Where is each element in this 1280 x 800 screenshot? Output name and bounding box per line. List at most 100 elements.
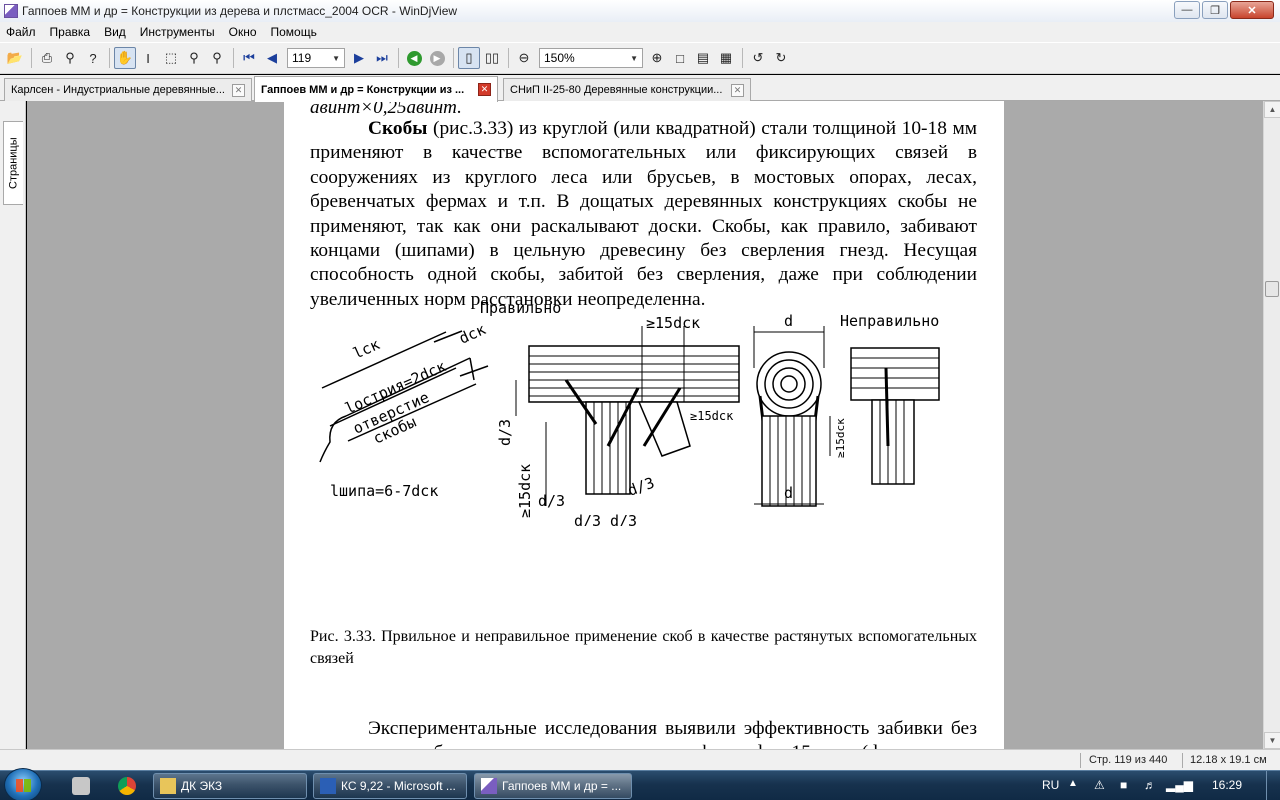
- side-pane: Страницы: [0, 101, 26, 749]
- windjview-icon: [481, 778, 497, 794]
- paragraph-bold-term: Скобы: [368, 118, 428, 139]
- signal-icon[interactable]: ▂▄▆: [1166, 778, 1193, 792]
- forward-button[interactable]: ▶: [426, 47, 448, 69]
- menu-file[interactable]: Файл: [6, 25, 36, 39]
- label-d3-a: d/3: [574, 512, 601, 526]
- find-icon[interactable]: ⚲: [59, 47, 81, 69]
- help-icon[interactable]: ?: [82, 47, 104, 69]
- rotate-left-icon[interactable]: ↺: [747, 47, 769, 69]
- title-bar: Гаппоев ММ и др = Конструкции из дерева …: [0, 0, 1280, 22]
- menu-edit[interactable]: Правка: [50, 25, 91, 39]
- zoom-icon[interactable]: ⚲: [183, 47, 205, 69]
- taskbar: ДК ЭКЗ КС 9,22 - Microsoft ... Гаппоев М…: [0, 768, 1280, 800]
- last-page-icon[interactable]: ⏭: [371, 47, 393, 69]
- page-number-select[interactable]: 119 ▼: [287, 48, 345, 68]
- incorrect-drawing: [850, 347, 940, 485]
- close-icon[interactable]: ✕: [731, 83, 744, 97]
- windjview-app-icon[interactable]: [4, 4, 18, 18]
- first-page-icon[interactable]: ⏮: [238, 47, 260, 69]
- zoom-select[interactable]: 150% ▼: [539, 48, 643, 68]
- tab-snip[interactable]: СНиП II-25-80 Деревянные конструкции... …: [503, 78, 751, 101]
- label-d3-b: d/3: [610, 512, 637, 526]
- tab-gappoev[interactable]: Гаппоев ММ и др = Конструкции из ... ✕: [254, 76, 498, 102]
- label-ge15-side: ≥15dск: [690, 409, 734, 423]
- single-page-icon[interactable]: ▯: [458, 47, 480, 69]
- volume-icon[interactable]: ♬: [1144, 778, 1156, 792]
- hand-icon[interactable]: ✋: [114, 47, 136, 69]
- paragraph-staples: Скобы (рис.3.33) из круглой (или квадрат…: [310, 117, 977, 312]
- pinned-app-icon[interactable]: [72, 777, 90, 795]
- menu-help[interactable]: Помощь: [271, 25, 317, 39]
- scroll-down-button[interactable]: ▼: [1264, 732, 1280, 749]
- toolbar: 📂 ⎙ ⚲ ? ✋ I ⬚ ⚲ ⚲ ⏮ ◀ 119 ▼ ▶ ⏭ ◀ ▶ ▯ ▯▯…: [0, 42, 1280, 74]
- taskbar-button-word[interactable]: КС 9,22 - Microsoft ...: [313, 773, 467, 799]
- start-button[interactable]: [4, 768, 42, 800]
- scroll-thumb[interactable]: [1265, 281, 1279, 297]
- fit-width-icon[interactable]: ▤: [692, 47, 714, 69]
- toolbar-separator: [31, 48, 32, 68]
- restore-button[interactable]: ❐: [1202, 1, 1228, 19]
- back-button[interactable]: ◀: [403, 47, 425, 69]
- open-icon[interactable]: 📂: [4, 47, 26, 69]
- next-page-icon[interactable]: ▶: [348, 47, 370, 69]
- zoom-value: 150%: [544, 51, 575, 65]
- chrome-icon[interactable]: [118, 777, 136, 795]
- taskbar-button-label: ДК ЭКЗ: [181, 779, 223, 793]
- menu-tools[interactable]: Инструменты: [140, 25, 215, 39]
- forward-icon: ▶: [429, 50, 445, 66]
- zoom-rect-icon[interactable]: ⚲: [206, 47, 228, 69]
- two-page-icon[interactable]: ▯▯: [481, 47, 503, 69]
- fit-page-icon[interactable]: □: [669, 47, 691, 69]
- label-correct: Правильно: [480, 299, 561, 317]
- paragraph-experiments: Экспериментальные исследования выявили э…: [310, 717, 977, 749]
- taskbar-button-dk-ekz[interactable]: ДК ЭКЗ: [153, 773, 307, 799]
- label-d3-bottom-left: d/3: [538, 492, 565, 510]
- status-divider: [1080, 753, 1081, 768]
- print-icon[interactable]: ⎙: [36, 47, 58, 69]
- menu-view[interactable]: Вид: [104, 25, 126, 39]
- network-warning-icon[interactable]: ⚠: [1094, 778, 1105, 792]
- status-bar: Стр. 119 из 440 12.18 x 19.1 см: [0, 749, 1280, 770]
- figure-caption: Рис. 3.33. Првильное и неправильное прим…: [310, 628, 977, 667]
- taskbar-button-windjview[interactable]: Гаппоев ММ и др = ...: [474, 773, 632, 799]
- prev-page-icon[interactable]: ◀: [261, 47, 283, 69]
- menu-bar: Файл Правка Вид Инструменты Окно Помощь: [0, 22, 1280, 42]
- zoom-in-icon[interactable]: ⊕: [646, 47, 668, 69]
- rect-select-icon[interactable]: ⬚: [160, 47, 182, 69]
- rotate-right-icon[interactable]: ↻: [770, 47, 792, 69]
- document-page: aвинт×0,25aвинт. Скобы (рис.3.33) из кру…: [284, 101, 1004, 749]
- actual-size-icon[interactable]: ▦: [715, 47, 737, 69]
- text-select-icon[interactable]: I: [137, 47, 159, 69]
- document-viewer[interactable]: aвинт×0,25aвинт. Скобы (рис.3.33) из кру…: [27, 101, 1263, 749]
- language-indicator[interactable]: RU: [1042, 778, 1059, 792]
- label-l-shipa: lшипа=6-7dск: [330, 482, 438, 500]
- label-l-sk: lск: [350, 335, 382, 362]
- tray-chevron-icon[interactable]: ▲: [1068, 778, 1078, 789]
- pages-side-tab[interactable]: Страницы: [3, 121, 23, 205]
- clock[interactable]: 16:29: [1212, 778, 1242, 792]
- toolbar-separator: [453, 48, 454, 68]
- scroll-up-button[interactable]: ▲: [1264, 101, 1280, 118]
- label-ge15-vert: ≥15dск: [516, 464, 534, 518]
- zoom-out-icon[interactable]: ⊖: [513, 47, 535, 69]
- taskbar-button-label: Гаппоев ММ и др = ...: [502, 779, 622, 793]
- close-icon[interactable]: ✕: [232, 83, 245, 97]
- document-tab-bar: Карлсен - Индустриальные деревянные... ✕…: [0, 75, 1280, 102]
- word-icon: [320, 778, 336, 794]
- page-number-value: 119: [292, 51, 312, 65]
- paragraph-text: Экспериментальные исследования выявили э…: [310, 718, 977, 749]
- label-d-bottom: d: [784, 484, 793, 502]
- status-divider: [1182, 753, 1183, 768]
- close-button[interactable]: ✕: [1230, 1, 1274, 19]
- tray-app-icon[interactable]: ■: [1120, 778, 1127, 792]
- close-icon[interactable]: ✕: [478, 83, 491, 96]
- menu-window[interactable]: Окно: [229, 25, 257, 39]
- folder-icon: [160, 778, 176, 794]
- toolbar-separator: [508, 48, 509, 68]
- minimize-button[interactable]: —: [1174, 1, 1200, 19]
- tab-karlsen[interactable]: Карлсен - Индустриальные деревянные... ✕: [4, 78, 252, 101]
- show-desktop-button[interactable]: [1266, 771, 1280, 800]
- vertical-scrollbar[interactable]: ▲ ▼: [1263, 101, 1280, 749]
- label-d-sk: dск: [456, 320, 488, 347]
- log-section-drawing: [753, 326, 831, 507]
